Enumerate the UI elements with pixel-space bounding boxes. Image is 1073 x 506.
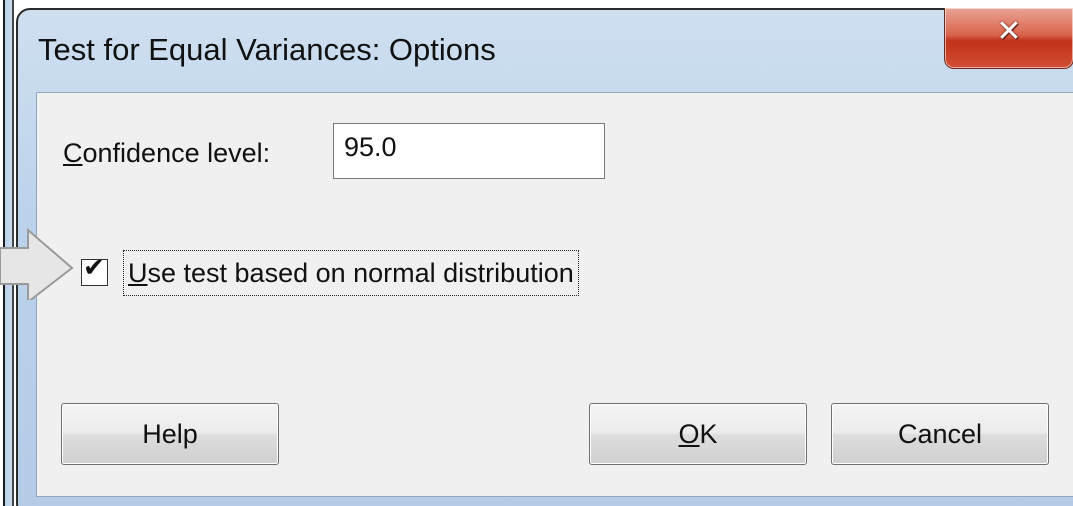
ok-label-rest: K [699, 419, 718, 449]
checkbox-mnemonic: U [128, 258, 148, 288]
title-bar[interactable]: Test for Equal Variances: Options ✕ [18, 8, 1073, 92]
cancel-button[interactable]: Cancel [831, 403, 1049, 465]
confidence-mnemonic: C [63, 138, 83, 168]
confidence-label-rest: onfidence level: [82, 138, 271, 168]
close-button[interactable]: ✕ [944, 8, 1073, 69]
dialog-title: Test for Equal Variances: Options [38, 32, 496, 67]
screenshot: Test for Equal Variances: Options ✕ Conf… [0, 0, 1073, 506]
checkbox-label-rest: se test based on normal distribution [147, 258, 574, 288]
dialog-body: Confidence level: 95.0 ✔ Use test based … [36, 92, 1073, 497]
checkbox-focus-rect[interactable]: Use test based on normal distribution [123, 250, 579, 296]
help-button[interactable]: Help [61, 403, 279, 465]
checkmark-icon: ✔ [83, 253, 105, 283]
normal-distribution-label: Use test based on normal distribution [128, 251, 574, 295]
pointer-arrow-icon [0, 227, 74, 300]
normal-distribution-checkbox[interactable]: ✔ [81, 255, 108, 286]
close-icon: ✕ [996, 14, 1022, 49]
confidence-level-label: Confidence level: [63, 138, 270, 169]
confidence-level-input[interactable]: 95.0 [333, 123, 605, 179]
options-dialog: Test for Equal Variances: Options ✕ Conf… [16, 8, 1073, 506]
ok-mnemonic: O [678, 419, 700, 449]
ok-button[interactable]: OK [589, 403, 807, 465]
